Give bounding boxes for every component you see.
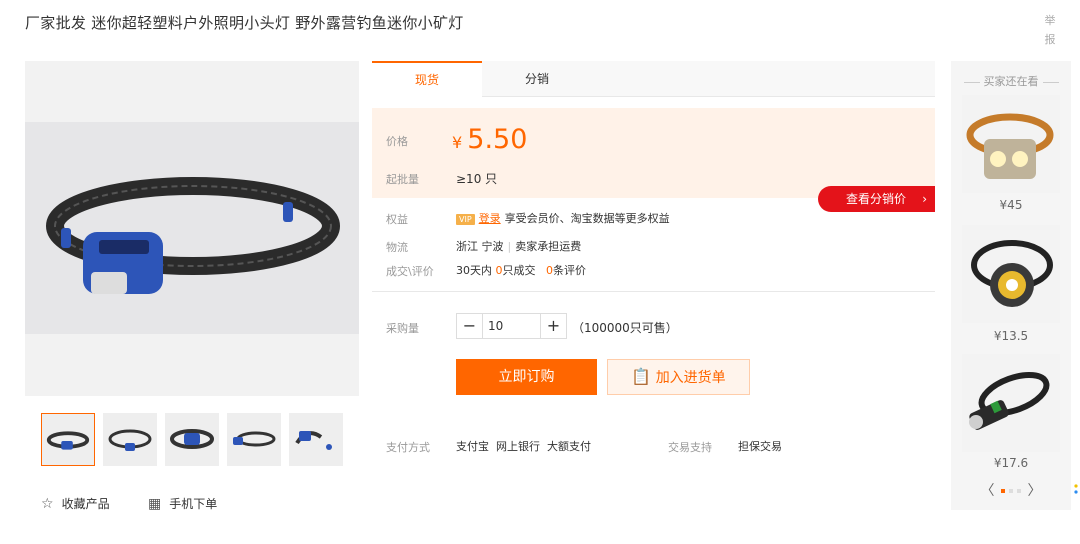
deals-row: 30天内 0只成交 0条评价 — [456, 262, 586, 278]
sidebar-item-3-image[interactable] — [962, 354, 1060, 452]
chevron-left-icon[interactable]: 〈 — [981, 483, 995, 499]
login-link[interactable]: 登录 — [479, 212, 501, 225]
section-divider — [372, 291, 935, 292]
vip-badge: VIP — [456, 213, 475, 225]
logistics-label: 物流 — [386, 241, 408, 254]
clipboard-icon: 📋 — [631, 367, 652, 386]
distribution-label: 查看分销价 — [846, 192, 907, 206]
view-distribution-price-button[interactable]: 查看分销价 › — [818, 186, 935, 212]
logistics-shipping: 卖家承担运费 — [515, 240, 582, 253]
moq-value: ≥10 只 — [456, 172, 498, 186]
rights-text: 享受会员价、淘宝数据等更多权益 — [504, 212, 670, 225]
headlamp-photo — [25, 122, 359, 334]
collect-product[interactable]: ☆ 收藏产品 — [41, 495, 110, 512]
pager-dot-2[interactable] — [1009, 489, 1013, 493]
logistics-origin: 浙江 宁波 — [456, 240, 504, 253]
mobile-order[interactable]: ▦ 手机下单 — [148, 495, 217, 512]
deals-prefix: 30天内 — [456, 264, 492, 277]
sidebar-item-2-image[interactable] — [962, 225, 1060, 323]
deals-count-suffix: 只成交 — [502, 264, 536, 277]
order-now-button[interactable]: 立即订购 — [456, 359, 597, 395]
purchase-label: 采购量 — [386, 322, 419, 335]
rights-row: VIP 登录 享受会员价、淘宝数据等更多权益 — [456, 210, 670, 226]
collect-label: 收藏产品 — [61, 497, 110, 511]
qrcode-icon: ▦ — [148, 495, 162, 512]
thumbnail-5[interactable] — [289, 413, 343, 466]
currency-symbol: ¥ — [452, 133, 463, 152]
reviews-count: 0 — [546, 264, 553, 277]
price-number: 5.50 — [467, 124, 528, 155]
tab-spot[interactable]: 现货 — [372, 61, 482, 97]
thumbnail-4[interactable] — [227, 413, 281, 466]
main-product-image — [25, 61, 359, 396]
tab-bar: 现货 分销 — [372, 61, 935, 97]
deals-count: 0 — [495, 264, 503, 277]
payment-label: 支付方式 — [386, 441, 430, 454]
thumbnail-1[interactable] — [41, 413, 95, 466]
sidebar-item-1-image[interactable] — [962, 95, 1060, 193]
sidebar-pager: 〈 〉 — [951, 480, 1071, 500]
increase-button[interactable]: + — [541, 314, 566, 338]
quantity-stepper: − + — [456, 313, 567, 339]
tab-distribution[interactable]: 分销 — [482, 61, 592, 97]
chevron-right-icon[interactable]: 〉 — [1027, 483, 1041, 499]
pager-dot-3[interactable] — [1017, 489, 1021, 493]
deals-label: 成交\评价 — [386, 265, 434, 278]
edge-indicator-icon — [1074, 484, 1078, 494]
available-stock: （100000只可售） — [572, 321, 678, 335]
reviews-suffix: 条评价 — [553, 264, 586, 277]
star-icon: ☆ — [41, 495, 54, 512]
payment-methods: 支付宝 网上银行 大额支付 — [456, 440, 591, 453]
quantity-input[interactable] — [482, 314, 541, 338]
pager-dot-1[interactable] — [1001, 489, 1005, 493]
mobile-label: 手机下单 — [169, 497, 218, 511]
support-label: 交易支持 — [668, 441, 712, 454]
sidebar-item-1-price: ¥45 — [999, 198, 1023, 212]
sidebar-title: 买家还在看 — [951, 73, 1071, 89]
product-title: 厂家批发 迷你超轻塑料户外照明小头灯 野外露营钓鱼迷你小矿灯 — [25, 14, 464, 32]
price-value: ¥ 5.50 — [452, 124, 527, 155]
support-value: 担保交易 — [738, 440, 782, 453]
thumbnail-2[interactable] — [103, 413, 157, 466]
sidebar-item-2-price: ¥13.5 — [993, 329, 1029, 343]
logistics-row: 浙江 宁波 | 卖家承担运费 — [456, 240, 582, 253]
decrease-button[interactable]: − — [457, 314, 482, 338]
thumbnail-3[interactable] — [165, 413, 219, 466]
add-to-cart-button[interactable]: 📋 加入进货单 — [607, 359, 750, 395]
chevron-right-icon: › — [922, 192, 927, 206]
cart-label: 加入进货单 — [655, 370, 726, 386]
rights-label: 权益 — [386, 213, 408, 226]
sidebar-item-3-price: ¥17.6 — [993, 456, 1029, 470]
report-link[interactable]: 举报 — [1043, 11, 1057, 49]
price-label: 价格 — [386, 135, 408, 148]
moq-label: 起批量 — [386, 173, 419, 186]
